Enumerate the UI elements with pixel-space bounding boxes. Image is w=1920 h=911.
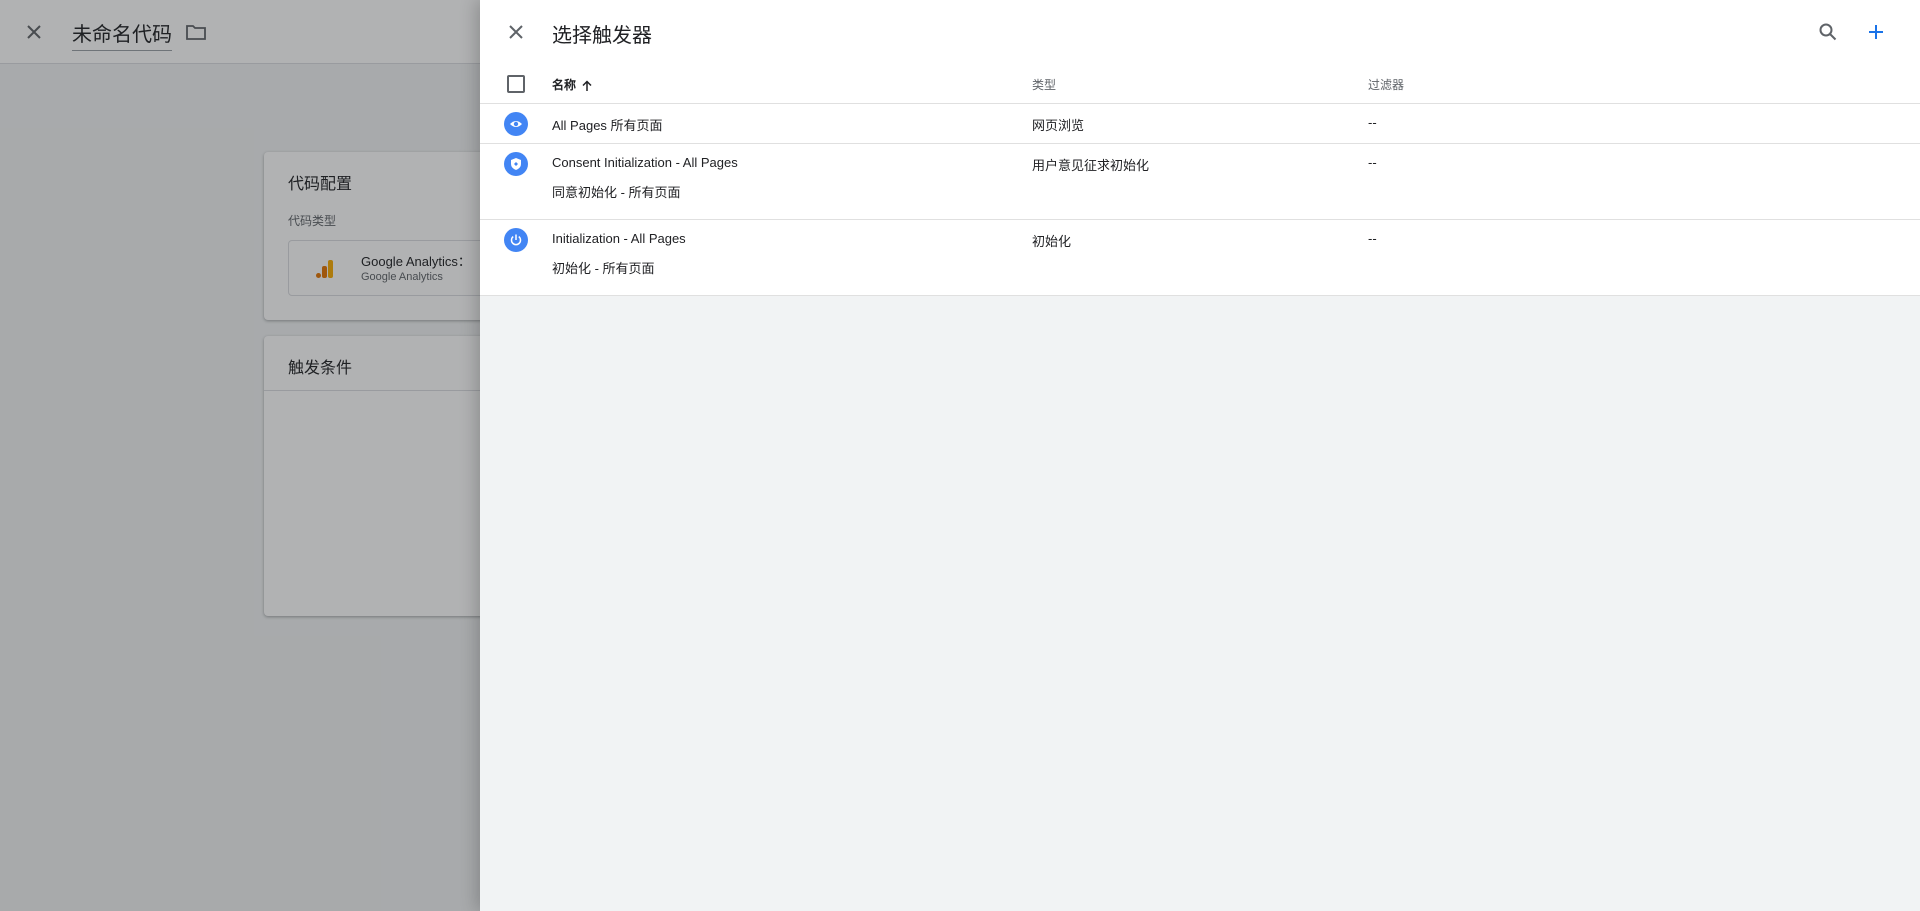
trigger-type: 初始化 (1032, 234, 1072, 249)
search-icon[interactable] (1816, 20, 1840, 44)
column-header-type[interactable]: 类型 (1032, 76, 1056, 93)
trigger-type: 网页浏览 (1032, 118, 1085, 133)
table-row[interactable]: All Pages 所有页面 网页浏览 -- (480, 104, 1920, 144)
trigger-name: Initialization - All Pages (552, 231, 686, 246)
trigger-name: Consent Initialization - All Pages (552, 155, 738, 170)
drawer-title: 选择触发器 (552, 25, 652, 47)
trigger-filter: -- (1368, 231, 1377, 246)
close-icon[interactable] (504, 20, 528, 44)
drawer-header: 选择触发器 (480, 0, 1920, 64)
trigger-filter: -- (1368, 115, 1377, 130)
column-header-name[interactable]: 名称 (552, 76, 594, 93)
trigger-filter: -- (1368, 155, 1377, 170)
eye-icon (504, 112, 528, 136)
column-header-filter[interactable]: 过滤器 (1368, 76, 1404, 93)
trigger-name: All Pages 所有页面 (552, 118, 663, 133)
shield-icon (504, 152, 528, 176)
trigger-table: 名称 类型 过滤器 All Pages 所有页面 网页浏览 -- Consent… (480, 64, 1920, 296)
trigger-type: 用户意见征求初始化 (1032, 158, 1150, 173)
table-row[interactable]: Consent Initialization - All Pages 同意初始化… (480, 144, 1920, 220)
trigger-name-secondary: 同意初始化 - 所有页面 (552, 185, 681, 200)
arrow-up-icon (580, 79, 594, 93)
trigger-name-secondary: 初始化 - 所有页面 (552, 261, 655, 276)
add-icon[interactable] (1864, 20, 1888, 44)
table-row[interactable]: Initialization - All Pages 初始化 - 所有页面 初始… (480, 220, 1920, 296)
table-header: 名称 类型 过滤器 (480, 64, 1920, 104)
choose-trigger-drawer: 选择触发器 名称 类型 过滤器 All Pages 所有页面 网页浏览 -- C… (480, 0, 1920, 911)
power-icon (504, 228, 528, 252)
column-header-label: 名称 (552, 78, 577, 92)
select-all-checkbox[interactable] (507, 75, 525, 93)
